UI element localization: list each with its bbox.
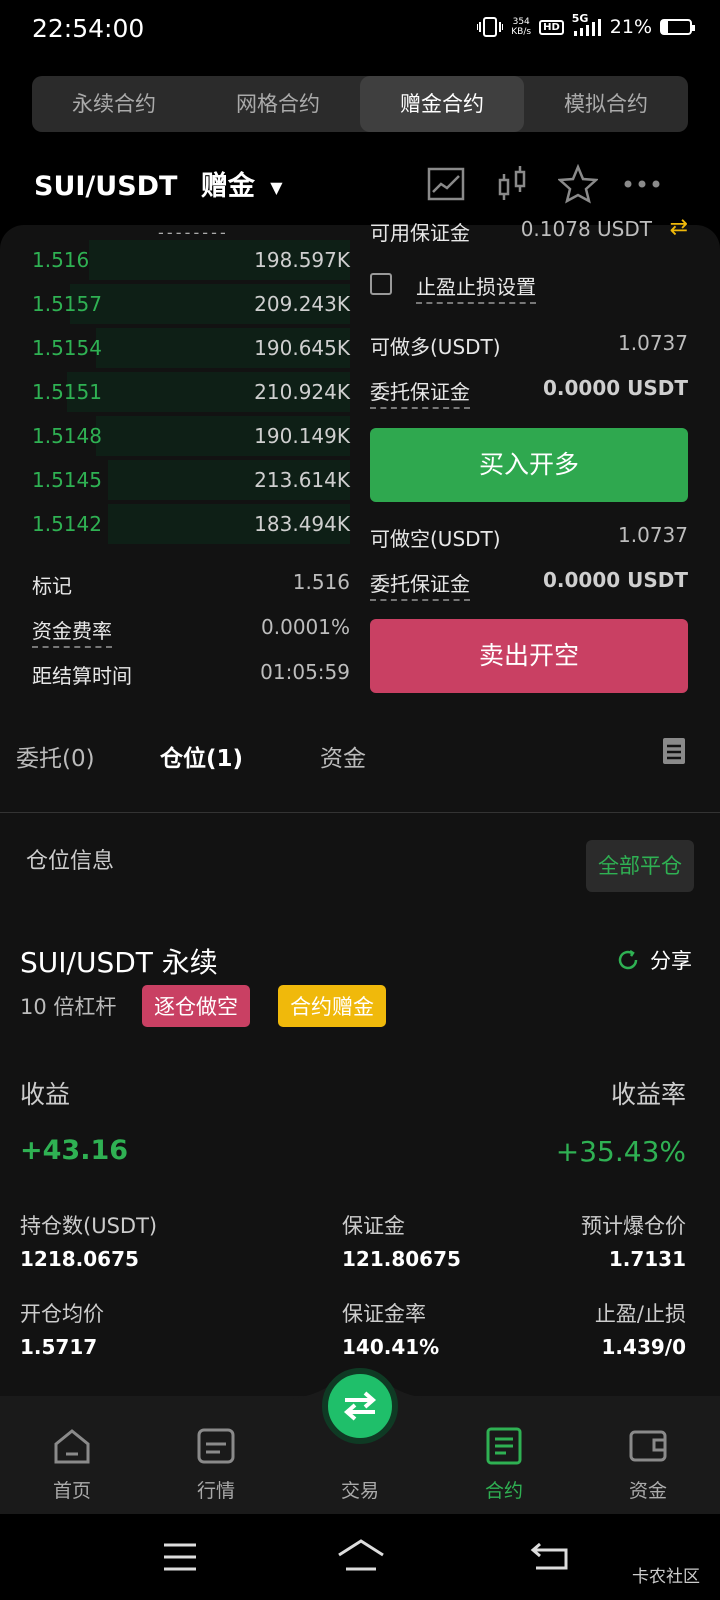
system-nav: 卡农社区 [0, 1514, 720, 1600]
orderbook-row[interactable]: 1.5154 190.645K [32, 328, 350, 372]
chart-icon[interactable] [426, 164, 466, 204]
tab-demo[interactable]: 模拟合约 [524, 76, 688, 132]
tpsl-label: 止盈止损设置 [416, 271, 536, 304]
entry-value: 1.5717 [20, 1335, 98, 1359]
leverage-label: 10 倍杠杆 [20, 995, 117, 1019]
sell-short-button[interactable]: 卖出开空 [370, 619, 688, 693]
tpsl-info-label: 止盈/止损 [594, 1302, 686, 1326]
status-bar: 22:54:00 354 KB/s HD 5G 21% [0, 0, 720, 60]
nav-contract[interactable]: 合约 [444, 1396, 564, 1514]
orderbook-row[interactable]: 1.516 198.597K [32, 240, 350, 284]
pnl-value: +43.16 [20, 1135, 129, 1166]
home-icon [54, 1429, 90, 1464]
roe-value: +35.43% [555, 1135, 686, 1168]
orderbook-row[interactable]: 1.5142 183.494K [32, 504, 350, 548]
home-nav-icon[interactable] [336, 1538, 386, 1572]
nav-assets[interactable]: 资金 [588, 1396, 708, 1514]
menu-icon[interactable] [162, 1542, 198, 1572]
roe-label: 收益率 [610, 1080, 686, 1109]
hd-icon: HD [539, 19, 564, 35]
tpsl-info-value: 1.439/0 [601, 1335, 686, 1359]
battery-icon [660, 19, 695, 35]
back-icon[interactable] [530, 1540, 570, 1572]
pair-name: SUI/USDT [34, 171, 178, 202]
orderbook-row[interactable]: 1.5151 210.924K [32, 372, 350, 416]
size-value: 1218.0675 [20, 1247, 139, 1271]
document-icon[interactable] [662, 737, 686, 765]
entry-label: 开仓均价 [20, 1302, 104, 1326]
status-icons: 354 KB/s HD 5G 21% [477, 12, 695, 38]
contract-icon [486, 1427, 522, 1465]
watermark: 卡农社区 [632, 1567, 700, 1587]
pair-header: SUI/USDT 赠金 ▼ [34, 160, 694, 210]
share-button[interactable]: 分享 [616, 945, 692, 975]
close-all-button[interactable]: 全部平仓 [586, 840, 694, 892]
liq-value: 1.7131 [608, 1247, 686, 1271]
section-title: 仓位信息 [26, 849, 115, 874]
signal-icon: 5G [572, 12, 602, 38]
margin-label: 保证金 [342, 1214, 405, 1238]
tab-positions[interactable]: 仓位(1) [160, 739, 243, 773]
nav-trade[interactable]: 交易 [300, 1368, 420, 1514]
positions-section: 委托(0) 仓位(1) 资金 仓位信息 全部平仓 SUI/USDT 永续 分享 … [0, 705, 720, 1405]
market-icon [197, 1428, 235, 1464]
more-icon[interactable] [622, 164, 662, 204]
pair-mode: 赠金 [200, 171, 255, 202]
tab-bonus[interactable]: 赠金合约 [360, 76, 524, 132]
contract-type-tabs: 永续合约 网格合约 赠金合约 模拟合约 [32, 76, 688, 132]
pnl-label: 收益 [20, 1080, 71, 1109]
trade-center-button[interactable] [322, 1368, 398, 1444]
tag-isolated-short: 逐仓做空 [142, 985, 250, 1027]
vibrate-icon [477, 17, 504, 37]
orderbook-row[interactable]: 1.5145 213.614K [32, 460, 350, 504]
star-icon[interactable] [558, 164, 598, 204]
orderbook-row[interactable]: 1.5148 190.149K [32, 416, 350, 460]
transfer-icon[interactable]: ⇄ [670, 215, 688, 240]
net-speed: 354 KB/s [511, 17, 532, 37]
clock: 22:54:00 [32, 14, 145, 43]
size-label: 持仓数(USDT) [20, 1214, 158, 1238]
tab-funds[interactable]: 资金 [320, 739, 366, 773]
swap-icon [343, 1391, 377, 1421]
bottom-nav: 首页 行情 交易 合约 资金 [0, 1368, 720, 1514]
caret-down-icon: ▼ [270, 178, 283, 197]
nav-market[interactable]: 行情 [156, 1396, 276, 1514]
battery-percent: 21% [609, 16, 652, 38]
liq-label: 预计爆仓价 [581, 1214, 686, 1238]
margin-ratio-label: 保证金率 [342, 1302, 426, 1326]
tpsl-checkbox[interactable] [370, 273, 392, 295]
share-icon [618, 949, 638, 970]
margin-value: 121.80675 [342, 1247, 461, 1271]
wallet-icon [629, 1430, 667, 1462]
candlestick-icon[interactable] [494, 164, 534, 204]
tab-grid[interactable]: 网格合约 [196, 76, 360, 132]
divider [0, 812, 720, 813]
buy-long-button[interactable]: 买入开多 [370, 428, 688, 502]
position-symbol: SUI/USDT 永续 [20, 946, 218, 979]
orderbook-row[interactable]: 1.5157 209.243K [32, 284, 350, 328]
pair-selector[interactable]: SUI/USDT 赠金 ▼ [34, 164, 283, 203]
tab-perpetual[interactable]: 永续合约 [32, 76, 196, 132]
nav-home[interactable]: 首页 [12, 1396, 132, 1514]
tag-bonus: 合约赠金 [278, 985, 386, 1027]
margin-ratio-value: 140.41% [342, 1335, 440, 1359]
tab-orders[interactable]: 委托(0) [16, 739, 95, 773]
